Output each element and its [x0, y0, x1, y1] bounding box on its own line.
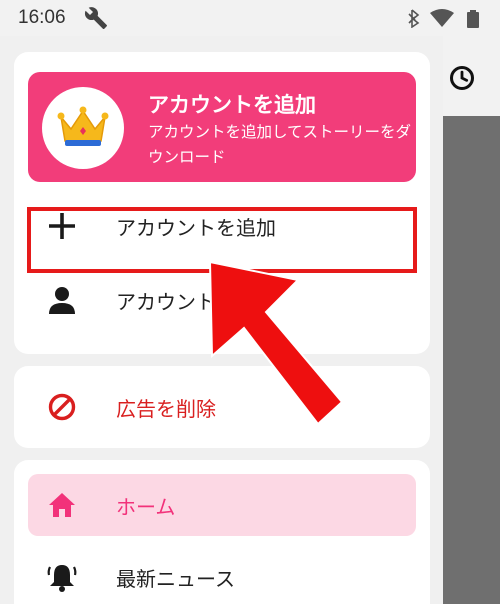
main-menu-card: ホーム 最新ニュース [14, 460, 430, 604]
wrench-icon [84, 7, 107, 29]
status-time: 16:06 [18, 7, 66, 28]
promo-subtitle: アカウントを追加してストーリーをダウンロード [148, 123, 412, 166]
promo-title: アカウントを追加 [148, 93, 316, 117]
person-icon [49, 287, 75, 314]
background-app [443, 36, 500, 604]
home-label: ホーム [116, 495, 176, 519]
pointer-arrow-icon [208, 260, 344, 426]
news-item[interactable]: 最新ニュース [28, 544, 418, 604]
block-icon [48, 393, 76, 421]
bluetooth-icon [408, 9, 420, 28]
wifi-icon [430, 9, 454, 27]
home-icon [49, 493, 75, 517]
status-icons [408, 9, 479, 28]
status-bar: 16:06 [0, 0, 500, 36]
history-icon[interactable] [448, 64, 476, 92]
avatar [42, 87, 124, 169]
crown-icon [57, 106, 109, 146]
news-label: 最新ニュース [116, 567, 235, 591]
battery-icon [467, 10, 479, 28]
promo-banner[interactable]: アカウントを追加 アカウントを追加してストーリーをダウンロード [28, 72, 416, 182]
bell-icon [47, 565, 77, 592]
home-item[interactable]: ホーム [28, 474, 416, 536]
